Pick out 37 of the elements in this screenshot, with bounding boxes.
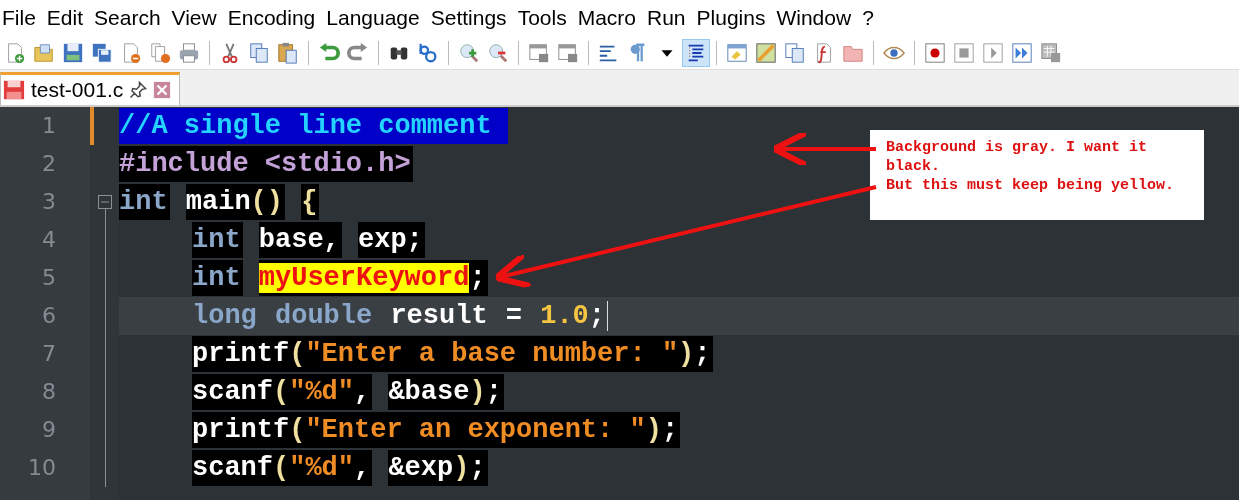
- menu-item[interactable]: Macro: [577, 6, 636, 30]
- file-tab[interactable]: test-001.c: [0, 72, 181, 105]
- menu-item[interactable]: Edit: [46, 6, 84, 30]
- note-text: Background is gray. I want it black.: [886, 138, 1149, 176]
- menu-item[interactable]: Plugins: [696, 6, 766, 30]
- menu-item[interactable]: Run: [647, 6, 686, 30]
- menu-item[interactable]: Tools: [517, 6, 567, 30]
- line-number: 1: [42, 112, 56, 140]
- line-number: 3: [42, 188, 56, 216]
- menu-item[interactable]: Search: [94, 6, 161, 30]
- menu-item[interactable]: Encoding: [227, 6, 316, 30]
- note-text: But this must keep being yellow.: [886, 176, 1176, 195]
- menu-item[interactable]: Language: [326, 6, 420, 30]
- menu-item[interactable]: ?: [862, 6, 874, 30]
- close-icon[interactable]: [153, 81, 172, 99]
- code-line: int base, exp;: [192, 222, 425, 258]
- line-number: 7: [42, 340, 56, 368]
- line-number: 6: [42, 302, 56, 330]
- line-number: 2: [42, 150, 56, 178]
- code-line: long double result = 1.0;: [192, 300, 606, 333]
- menu-item[interactable]: Settings: [430, 6, 507, 30]
- code-line: int main() {: [119, 184, 320, 220]
- code-line: int myUserKeyword;: [192, 260, 488, 296]
- menu-item[interactable]: File: [2, 6, 36, 30]
- line-number: 4: [42, 226, 56, 254]
- pin-icon[interactable]: [129, 81, 148, 99]
- line-number: 8: [42, 378, 56, 406]
- indent-guide-icon[interactable]: [683, 39, 709, 66]
- menu-item[interactable]: View: [171, 6, 217, 30]
- menu-item[interactable]: Window: [776, 6, 852, 30]
- code-line: scanf("%d", &base);: [192, 374, 504, 410]
- save-icon: [3, 79, 25, 101]
- line-number: 5: [42, 264, 56, 292]
- line-number: 9: [42, 416, 56, 444]
- fold-toggle-icon[interactable]: [98, 195, 112, 209]
- line-number: 10: [28, 454, 56, 482]
- code-line: scanf("%d", &exp);: [192, 450, 488, 486]
